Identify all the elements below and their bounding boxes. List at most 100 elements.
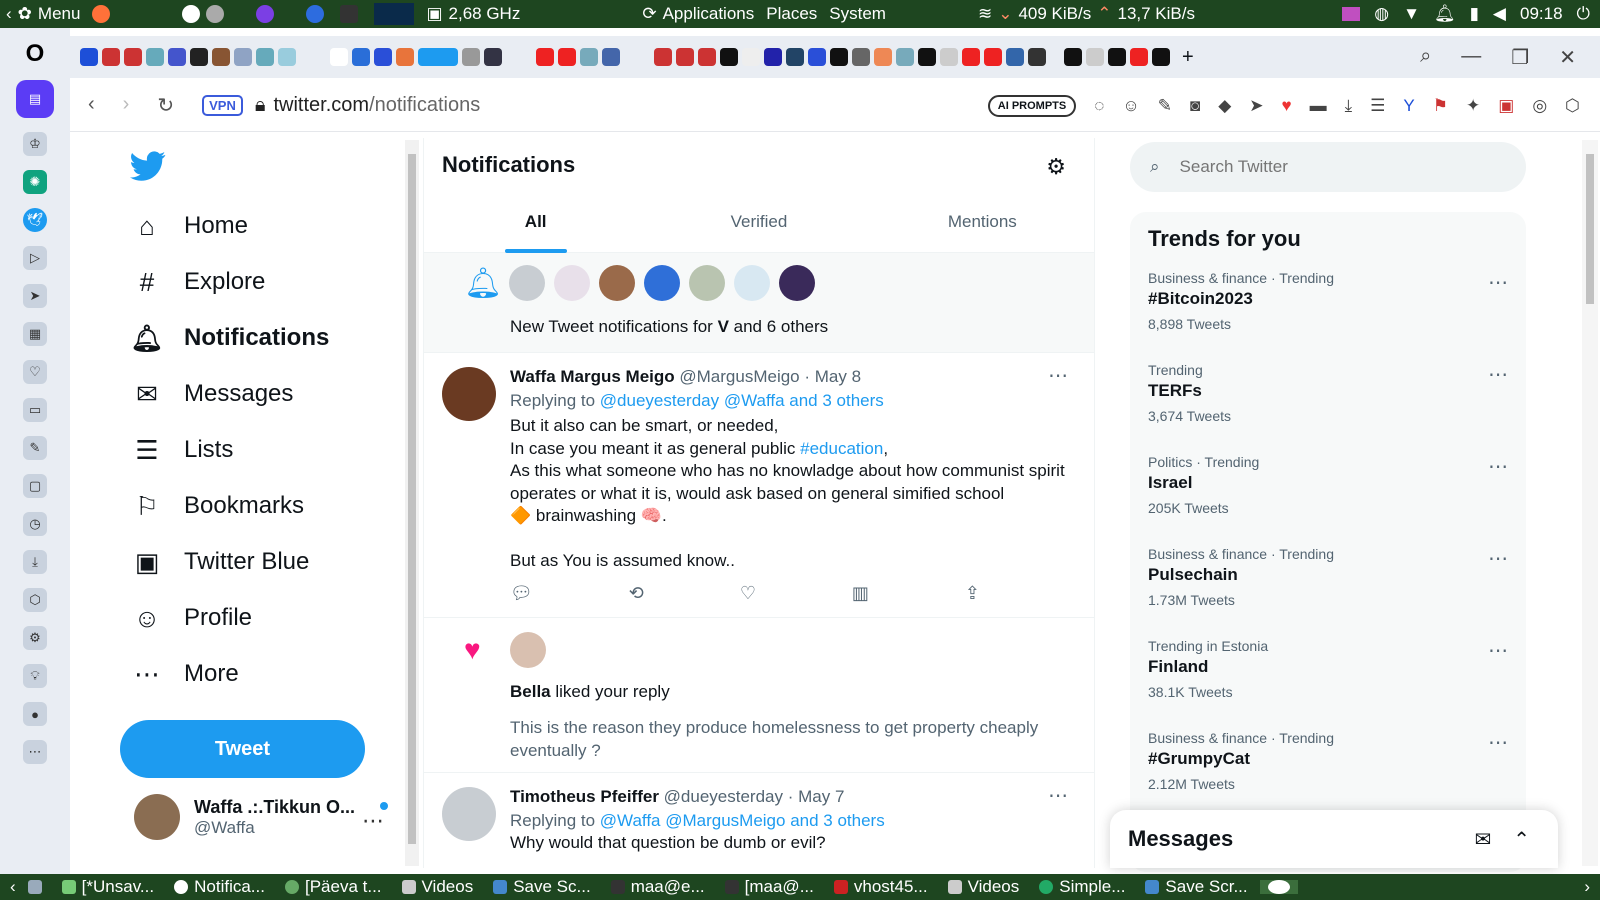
new-tweets-notification[interactable]: 🔔︎ New Tweet notifications for V and 6 o… [424, 253, 1094, 353]
avatar[interactable] [599, 265, 635, 301]
github-tab-icon[interactable] [830, 48, 848, 66]
close-icon[interactable]: ✕ [1559, 45, 1576, 70]
history-icon[interactable]: ◷ [23, 512, 47, 536]
gmail-tab-icon[interactable] [676, 48, 694, 66]
tab-icon[interactable] [808, 48, 826, 66]
avatar[interactable] [554, 265, 590, 301]
extension-icon[interactable]: ◎ [1532, 96, 1547, 116]
new-message-icon[interactable]: ✉ [1474, 827, 1491, 852]
player-icon[interactable]: ▷ [23, 246, 47, 270]
analytics-icon[interactable]: ▥ [852, 583, 869, 604]
tweet-button[interactable]: Tweet [120, 720, 365, 778]
lightbulb-icon[interactable]: 💡︎ [23, 664, 47, 688]
tweet-more-icon[interactable]: ⋯ [1048, 363, 1068, 388]
chat-bubble-icon[interactable]: ● [23, 702, 47, 726]
taskbar-item[interactable]: Save Sc... [485, 877, 598, 897]
tweet-date[interactable]: · May 8 [804, 367, 861, 386]
trend-more-icon[interactable]: ⋯ [1488, 638, 1508, 663]
tab-icon[interactable] [1064, 48, 1082, 66]
tab-mentions[interactable]: Mentions [871, 198, 1094, 253]
gmail-tab-icon[interactable] [698, 48, 716, 66]
reply-mentions[interactable]: @Waffa @MargusMeigo and 3 others [600, 811, 885, 830]
avatar[interactable] [442, 367, 496, 421]
gmail-tab-icon[interactable] [654, 48, 672, 66]
terminal-launcher-icon[interactable] [340, 5, 359, 23]
trend-item[interactable]: Business & finance · Trending #Bitcoin20… [1130, 266, 1526, 358]
avatar[interactable] [510, 632, 546, 668]
account-switcher[interactable]: Waffa .:.Tikkun O... @Waffa [134, 794, 355, 840]
opera-launcher-icon[interactable] [306, 5, 325, 23]
taskbar-item-active[interactable] [1259, 880, 1298, 894]
tab-icon[interactable] [396, 48, 414, 66]
chat-icon[interactable]: ◌ [1094, 96, 1104, 116]
heart-icon[interactable]: ♡ [23, 360, 47, 384]
avatar[interactable] [644, 265, 680, 301]
tab-icon[interactable] [940, 48, 958, 66]
trend-item[interactable]: Business & finance · Trending #GrumpyCat… [1130, 726, 1526, 818]
chatgpt-tab-icon[interactable] [918, 48, 936, 66]
launcher-a-icon[interactable] [182, 5, 201, 23]
send-icon[interactable]: ➤ [1249, 96, 1263, 116]
tab-icon[interactable] [212, 48, 230, 66]
like-icon[interactable]: ♡ [740, 583, 756, 604]
like-notification[interactable]: ♥ Bella liked your reply This is the rea… [424, 618, 1094, 773]
wikipedia-tab-icon[interactable] [330, 48, 348, 66]
nav-twitter-blue[interactable]: ▣ Twitter Blue [132, 534, 329, 590]
heart-icon[interactable]: ♥ [1282, 96, 1292, 116]
taskbar-item[interactable]: maa@e... [603, 877, 713, 897]
search-box[interactable]: ⌕ [1130, 142, 1526, 192]
trend-more-icon[interactable]: ⋯ [1488, 362, 1508, 387]
extension-icon[interactable]: Y [1403, 96, 1414, 116]
taskbar-right-arrow-icon[interactable]: › [1584, 877, 1600, 897]
tab-icon[interactable] [462, 48, 480, 66]
retweet-icon[interactable]: ⟲ [629, 583, 644, 604]
search-input[interactable] [1179, 157, 1480, 177]
taskbar-item[interactable]: Notifica... [166, 877, 273, 897]
send-icon[interactable]: ➤ [23, 284, 47, 308]
taskbar-item[interactable]: [Päeva t... [277, 877, 390, 897]
power-icon[interactable]: ⏻ [1577, 4, 1590, 24]
tab-icon[interactable] [1006, 48, 1024, 66]
edit-icon[interactable]: ✎ [23, 436, 47, 460]
youtube-tab-icon[interactable] [1130, 48, 1148, 66]
show-desktop-button[interactable] [20, 880, 50, 894]
url-field[interactable]: 🔒︎ twitter.com/notifications [255, 94, 480, 117]
trend-item[interactable]: Trending in Estonia Finland 38.1K Tweets… [1130, 634, 1526, 726]
expand-chevron-icon[interactable]: ⌃ [1513, 827, 1530, 852]
workspaces-icon[interactable]: ▤ [16, 80, 54, 118]
tweet-card[interactable]: Timotheus Pfeiffer @dueyesterday · May 7… [424, 773, 1094, 863]
nav-home[interactable]: ⌂ Home [132, 198, 329, 254]
places-menu[interactable]: Places [760, 4, 823, 24]
left-scrollbar[interactable] [405, 140, 419, 866]
share-icon[interactable]: ⇪ [965, 583, 980, 604]
taskbar-item[interactable]: [maa@... [717, 877, 822, 897]
author-handle[interactable]: @dueyesterday [664, 787, 783, 806]
forward-icon[interactable]: › [123, 93, 130, 118]
tab-icon[interactable] [896, 48, 914, 66]
nav-messages[interactable]: ✉ Messages [132, 366, 329, 422]
tab-icon[interactable] [720, 48, 738, 66]
download-icon[interactable]: ⤓ [23, 550, 47, 574]
tab-icon[interactable] [580, 48, 598, 66]
settings-gear-icon[interactable]: ⚙ [1046, 154, 1066, 180]
page-scrollbar[interactable] [1582, 140, 1598, 866]
ai-prompts-button[interactable]: AI PROMPTS [987, 94, 1077, 117]
trend-item[interactable]: Business & finance · Trending Pulsechain… [1130, 542, 1526, 634]
download-icon[interactable]: ⤓ [1345, 96, 1353, 116]
chatgpt-icon[interactable]: ✺ [23, 170, 47, 194]
trend-more-icon[interactable]: ⋯ [1488, 730, 1508, 755]
launcher-purple-icon[interactable] [256, 5, 275, 23]
extension-icon[interactable]: ⚑ [1433, 96, 1448, 116]
avatar[interactable] [442, 787, 496, 841]
tab-icon[interactable] [1152, 48, 1170, 66]
avatar[interactable] [779, 265, 815, 301]
youtube-tab-icon[interactable] [962, 48, 980, 66]
account-more-icon[interactable]: ⋯ [362, 808, 384, 834]
clock[interactable]: 09:18 [1520, 4, 1563, 24]
apps-grid-icon[interactable]: ▦ [23, 322, 47, 346]
shield-icon[interactable]: ◆ [1218, 96, 1231, 116]
restore-icon[interactable]: ❐ [1511, 45, 1529, 70]
nav-explore[interactable]: # Explore [132, 254, 329, 310]
vpn-badge[interactable]: VPN [202, 95, 243, 116]
taskbar-item[interactable]: Simple... [1031, 877, 1133, 897]
